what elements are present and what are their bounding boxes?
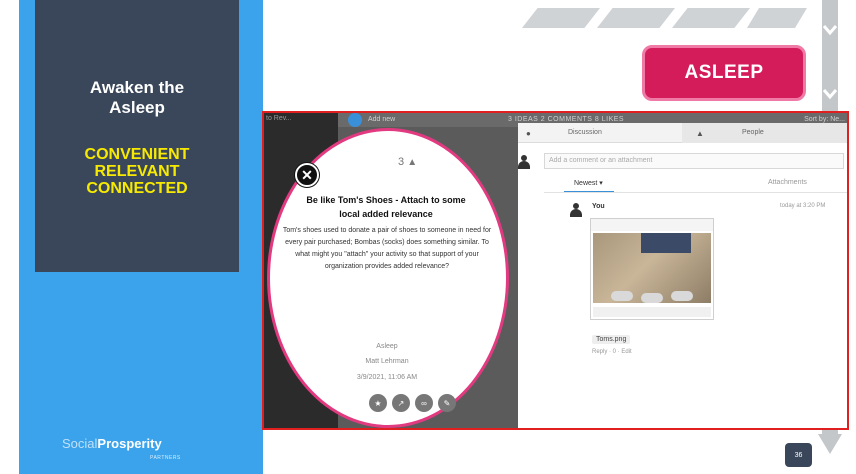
chevron-left-icon: [597, 8, 675, 28]
sidebar-row[interactable]: to Rev...: [266, 115, 334, 127]
share-icon[interactable]: ↗: [392, 394, 410, 412]
chevron-down-icon: [822, 22, 838, 38]
chat-icon: ●: [526, 129, 531, 138]
idea-author: Matt Lehrman: [365, 358, 409, 365]
idea-category: Asleep: [376, 343, 398, 350]
link-icon[interactable]: ∞: [415, 394, 433, 412]
tab-discussion[interactable]: Discussion: [568, 129, 602, 136]
close-icon: ✕: [301, 166, 313, 183]
thumbnail-banner: [641, 233, 691, 253]
add-icon[interactable]: [348, 113, 362, 127]
shoe-shape: [671, 291, 693, 301]
brand-part1: Social: [62, 436, 98, 451]
thumbs-up-icon[interactable]: ▲: [407, 157, 417, 168]
idea-stats: 3 IDEAS 2 COMMENTS 8 LIKES: [508, 116, 625, 123]
keyword-1: CONVENIENT: [84, 146, 190, 163]
shoe-shape: [641, 293, 663, 303]
user-avatar-icon: [570, 203, 582, 217]
attachment-thumbnail[interactable]: [590, 218, 714, 320]
shoe-shape: [611, 291, 633, 301]
comment-time: today at 3:20 PM: [780, 203, 826, 209]
chevron-left-icon: [747, 8, 807, 28]
chevron-down-icon: [822, 86, 838, 102]
divider: [544, 192, 847, 193]
thumbnail-header: [591, 219, 713, 231]
brand-sub: PARTNERS: [150, 455, 181, 461]
page-number: 36: [785, 443, 812, 467]
comment-actions[interactable]: Reply · 0 · Edit: [592, 349, 632, 355]
thumbnail-footer: [593, 307, 711, 317]
idea-body: Tom's shoes used to donate a pair of sho…: [282, 227, 492, 270]
attachment-name[interactable]: Toms.png: [592, 335, 631, 344]
close-button[interactable]: ✕: [295, 163, 319, 187]
comment-author: You: [592, 203, 605, 210]
attachments-link[interactable]: Attachments: [768, 179, 807, 186]
chevron-left-icon: [522, 8, 600, 28]
slide-title-line2: Asleep: [109, 98, 165, 117]
star-icon[interactable]: ★: [369, 394, 387, 412]
idea-actions: ★ ↗ ∞ ✎: [369, 394, 464, 412]
arrow-head: [818, 434, 842, 454]
discussion-tabs: ● Discussion ▲ People: [518, 123, 847, 143]
slide-title: Awaken the Asleep: [35, 78, 239, 118]
chevron-left-icon: [672, 8, 750, 28]
vote-count: 3 ▲: [398, 156, 417, 168]
tab-people[interactable]: People: [742, 129, 764, 136]
add-new-button[interactable]: Add new: [368, 116, 395, 123]
keyword-3: CONNECTED: [86, 180, 188, 197]
keyword-list: CONVENIENT RELEVANT CONNECTED: [35, 146, 239, 197]
person-icon: ▲: [696, 129, 704, 138]
user-avatar-icon: [518, 155, 530, 169]
title-box: [35, 0, 239, 272]
stage-badge: ASLEEP: [642, 45, 806, 101]
idea-title: Be like Tom's Shoes - Attach to some loc…: [306, 195, 466, 219]
edit-icon[interactable]: ✎: [438, 394, 456, 412]
tab-people-bg: [682, 123, 847, 143]
vote-number: 3: [398, 156, 405, 168]
keyword-2: RELEVANT: [94, 163, 180, 180]
brand-logo: SocialProsperity: [62, 436, 162, 451]
slide-title-line1: Awaken the: [89, 78, 185, 97]
sort-newest-dropdown[interactable]: Newest ▾: [574, 179, 603, 187]
sort-by-dropdown[interactable]: Sort by: Ne...: [804, 116, 845, 123]
top-chevron-bar: [522, 8, 822, 28]
idea-date: 3/9/2021, 11:06 AM: [356, 374, 418, 381]
brand-part2: Prosperity: [97, 436, 162, 451]
comment-input[interactable]: Add a comment or an attachment: [544, 153, 844, 169]
